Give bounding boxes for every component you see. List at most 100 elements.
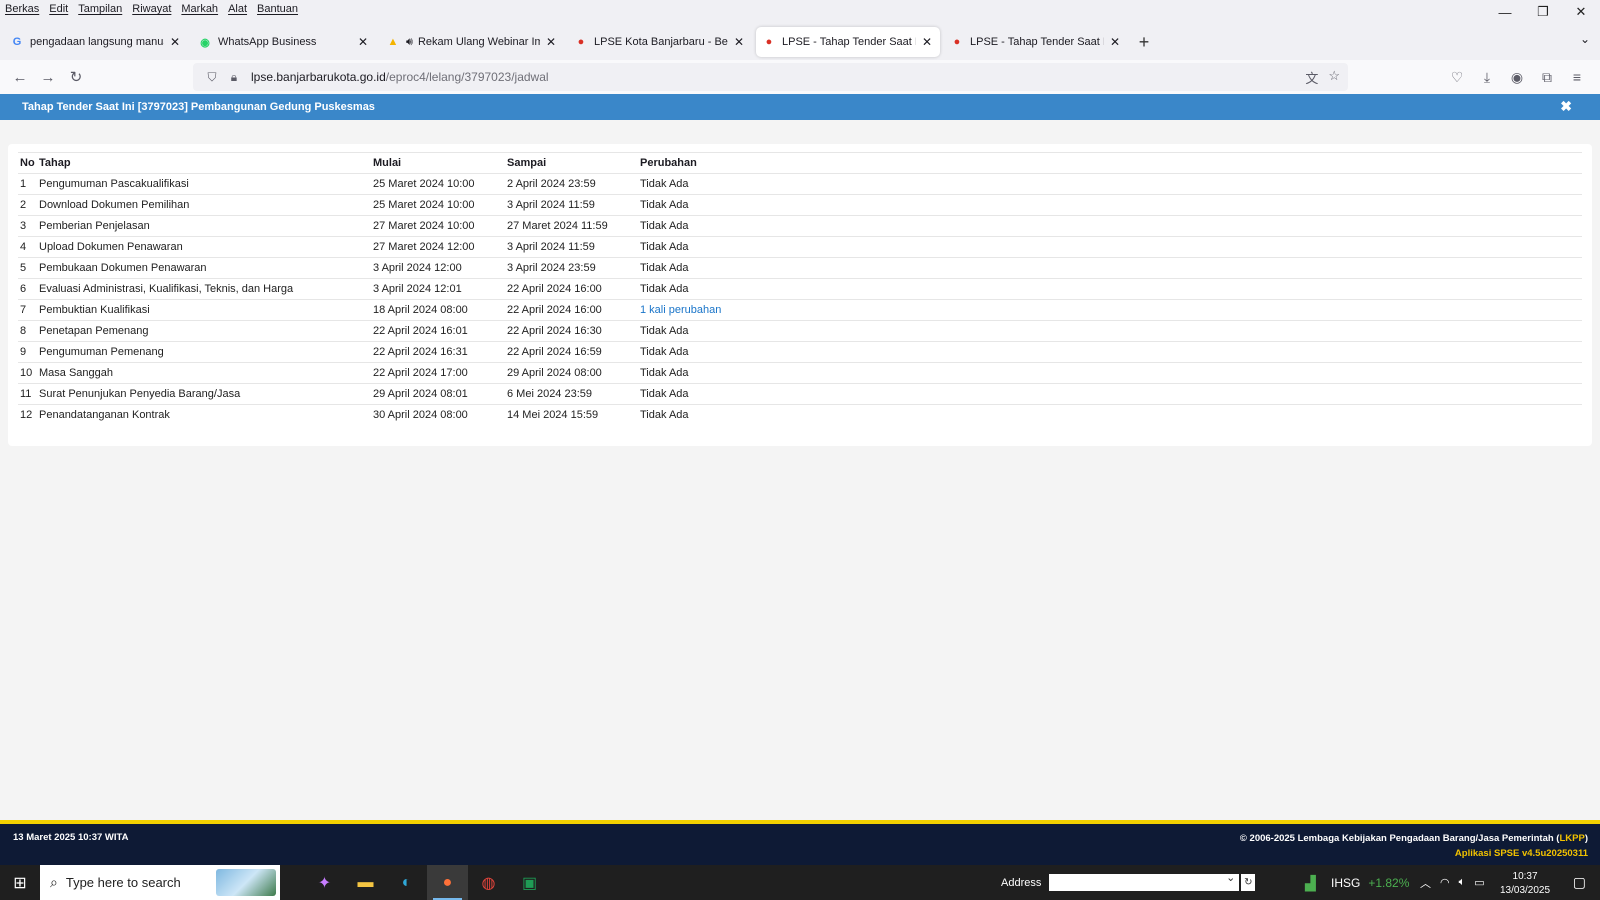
row-mulai: 22 April 2024 16:01 xyxy=(371,320,505,342)
row-perubahan: Tidak Ada xyxy=(638,404,1582,426)
row-perubahan: Tidak Ada xyxy=(638,194,1582,216)
tab-close-icon[interactable]: ✕ xyxy=(356,35,370,49)
row-perubahan[interactable]: 1 kali perubahan xyxy=(638,299,1582,321)
menu-item-bantuan[interactable]: Bantuan xyxy=(257,3,298,15)
taskbar-clock[interactable]: 10:37 13/03/2025 xyxy=(1500,870,1550,898)
row-tahap: Surat Penunjukan Penyedia Barang/Jasa xyxy=(37,383,371,405)
taskbar-search[interactable]: ⌕ Type here to search xyxy=(40,865,280,900)
google-icon: G xyxy=(12,36,22,48)
excel-icon[interactable]: ▣ xyxy=(509,865,550,900)
tab-label: pengadaan langsung manual le xyxy=(30,36,164,48)
minimize-icon[interactable]: — xyxy=(1486,0,1524,24)
lkpp-link[interactable]: LKPP xyxy=(1559,833,1584,844)
lpse-icon: ● xyxy=(577,36,585,48)
display-icon[interactable]: ▭ xyxy=(1474,876,1484,889)
row-sampai: 3 April 2024 11:59 xyxy=(505,236,638,258)
ihsg-widget[interactable]: ▟ IHSG +1.82% xyxy=(1305,865,1409,900)
account-icon[interactable]: ◉ xyxy=(1502,63,1532,91)
firefox-icon[interactable]: ● xyxy=(427,865,468,900)
volume-icon[interactable]: 🔈︎ xyxy=(1459,876,1466,889)
table-row: 9 Pengumuman Pemenang 22 April 2024 16:31 2… xyxy=(18,341,1582,363)
url-bar[interactable]: ⛉ 🔒︎ lpse.banjarbarukota.go.id/eproc4/le… xyxy=(193,63,1348,91)
row-mulai: 25 Maret 2024 10:00 xyxy=(371,194,505,216)
lock-icon[interactable]: 🔒︎ xyxy=(223,70,245,85)
windows-start-icon[interactable]: ⊞ xyxy=(0,865,40,900)
row-tahap: Upload Dokumen Penawaran xyxy=(37,236,371,258)
file-explorer-icon[interactable]: ▬ xyxy=(345,865,386,900)
address-toolbar: Address ↻ xyxy=(1001,865,1256,900)
bookmark-star-icon[interactable]: ☆ xyxy=(1328,68,1340,87)
browser-tab-1[interactable]: Gpengadaan langsung manual le ✕ xyxy=(4,27,188,57)
translate-icon[interactable]: 文 xyxy=(1305,68,1318,87)
close-window-icon[interactable]: ✕ xyxy=(1562,0,1600,24)
chevron-up-icon[interactable]: ︿ xyxy=(1420,875,1431,891)
row-perubahan: Tidak Ada xyxy=(638,236,1582,258)
row-perubahan: Tidak Ada xyxy=(638,278,1582,300)
tab-close-icon[interactable]: ✕ xyxy=(1108,35,1122,49)
shield-icon[interactable]: ⛉ xyxy=(201,70,223,85)
chrome-icon[interactable]: ◍ xyxy=(468,865,509,900)
copyright-end: ) xyxy=(1584,833,1588,844)
back-icon[interactable]: ← xyxy=(6,63,34,91)
menu-item-tampilan[interactable]: Tampilan xyxy=(78,3,122,15)
row-sampai: 3 April 2024 23:59 xyxy=(505,257,638,279)
row-no: 3 xyxy=(18,215,37,237)
footer-copyright: © 2006-2025 Lembaga Kebijakan Pengadaan … xyxy=(1240,833,1588,844)
stock-chart-icon: ▟ xyxy=(1305,874,1316,891)
restore-icon[interactable]: ❐ xyxy=(1524,0,1562,24)
table-row: 8 Penetapan Pemenang 22 April 2024 16:01 22… xyxy=(18,320,1582,342)
nav-bar: ← → ↻ ⛉ 🔒︎ lpse.banjarbarukota.go.id/epr… xyxy=(0,60,1600,94)
row-tahap: Pembukaan Dokumen Penawaran xyxy=(37,257,371,279)
network-icon[interactable]: ◠ xyxy=(1440,876,1450,889)
menu-item-berkas[interactable]: Berkas xyxy=(5,3,39,15)
taskbar: ⊞ ⌕ Type here to search ✦ ▬ ◐ ● ◍ ▣ Addr… xyxy=(0,865,1600,900)
tab-close-icon[interactable]: ✕ xyxy=(920,35,934,49)
row-sampai: 27 Maret 2024 11:59 xyxy=(505,215,638,237)
row-mulai: 30 April 2024 08:00 xyxy=(371,404,505,426)
download-icon[interactable]: ⤓ xyxy=(1472,63,1502,91)
tab-close-icon[interactable]: ✕ xyxy=(544,35,558,49)
url-text[interactable]: lpse.banjarbarukota.go.id/eproc4/lelang/… xyxy=(251,70,549,84)
browser-tab-4[interactable]: ● LPSE Kota Banjarbaru - Beranda ✕ xyxy=(568,27,752,57)
menu-item-alat[interactable]: Alat xyxy=(228,3,247,15)
row-mulai: 27 Maret 2024 12:00 xyxy=(371,236,505,258)
menu-item-markah[interactable]: Markah xyxy=(181,3,218,15)
col-perubahan: Perubahan xyxy=(638,152,1582,174)
table-row: 12 Penandatanganan Kontrak 30 April 2024 0… xyxy=(18,404,1582,426)
tab-list-chevron-icon[interactable]: ⌄ xyxy=(1580,32,1590,46)
row-tahap: Penetapan Pemenang xyxy=(37,320,371,342)
address-input[interactable] xyxy=(1049,871,1240,891)
pocket-icon[interactable]: ♡ xyxy=(1442,63,1472,91)
notification-icon[interactable]: ▢ xyxy=(1573,874,1586,891)
close-icon[interactable]: ✖ xyxy=(1560,98,1572,115)
row-mulai: 22 April 2024 16:31 xyxy=(371,341,505,363)
browser-tab-2[interactable]: ◉ WhatsApp Business ✕ xyxy=(192,27,376,57)
browser-tab-3[interactable]: ▲ 🔊︎ Rekam Ulang Webinar Impl ✕ xyxy=(380,27,564,57)
menu-icon[interactable]: ≡ xyxy=(1562,63,1592,91)
tab-close-icon[interactable]: ✕ xyxy=(732,35,746,49)
browser-tab-6[interactable]: ● LPSE - Tahap Tender Saat Ini [48 ✕ xyxy=(944,27,1128,57)
address-go-icon[interactable]: ↻ xyxy=(1241,874,1256,891)
copilot-icon[interactable]: ✦ xyxy=(304,865,345,900)
extensions-icon[interactable]: ⧉ xyxy=(1532,63,1562,91)
new-tab-icon[interactable]: + xyxy=(1132,30,1156,54)
table-row: 2 Download Dokumen Pemilihan 25 Maret 2024… xyxy=(18,194,1582,216)
table-row: 1 Pengumuman Pascakualifikasi 25 Maret 202… xyxy=(18,173,1582,195)
row-mulai: 18 April 2024 08:00 xyxy=(371,299,505,321)
row-sampai: 2 April 2024 23:59 xyxy=(505,173,638,195)
speaker-icon[interactable]: 🔊︎ xyxy=(406,36,413,49)
lpse-icon: ● xyxy=(953,36,961,48)
menu-item-edit[interactable]: Edit xyxy=(49,3,68,15)
edge-icon[interactable]: ◐ xyxy=(386,865,427,900)
row-no: 11 xyxy=(18,383,37,405)
row-sampai: 14 Mei 2024 15:59 xyxy=(505,404,638,426)
reload-icon[interactable]: ↻ xyxy=(62,63,90,91)
menu-item-riwayat[interactable]: Riwayat xyxy=(132,3,171,15)
row-tahap: Pengumuman Pascakualifikasi xyxy=(37,173,371,195)
tab-close-icon[interactable]: ✕ xyxy=(168,35,182,49)
clock-date: 13/03/2025 xyxy=(1500,885,1551,896)
forward-icon[interactable]: → xyxy=(34,63,62,91)
row-tahap: Masa Sanggah xyxy=(37,362,371,384)
browser-tab-5[interactable]: ● LPSE - Tahap Tender Saat Ini [37 ✕ xyxy=(756,27,940,57)
row-sampai: 22 April 2024 16:00 xyxy=(505,299,638,321)
